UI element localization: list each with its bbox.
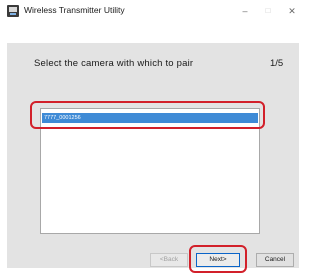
next-button-highlight: [189, 245, 247, 273]
window-title: Wireless Transmitter Utility: [24, 5, 125, 15]
cancel-button[interactable]: Cancel: [256, 253, 294, 267]
app-icon: [7, 5, 19, 17]
step-indicator: 1/5: [270, 58, 284, 69]
app-window: Wireless Transmitter Utility – □ ✕ Selec…: [0, 0, 306, 274]
page-instruction: Select the camera with which to pair: [34, 58, 194, 69]
maximize-button: □: [265, 6, 271, 15]
title-bar: Wireless Transmitter Utility – □ ✕: [0, 0, 306, 22]
camera-list-highlight: [30, 101, 265, 129]
minimize-button[interactable]: –: [236, 3, 254, 19]
close-button[interactable]: ✕: [283, 3, 301, 19]
back-button[interactable]: <Back: [150, 253, 188, 267]
